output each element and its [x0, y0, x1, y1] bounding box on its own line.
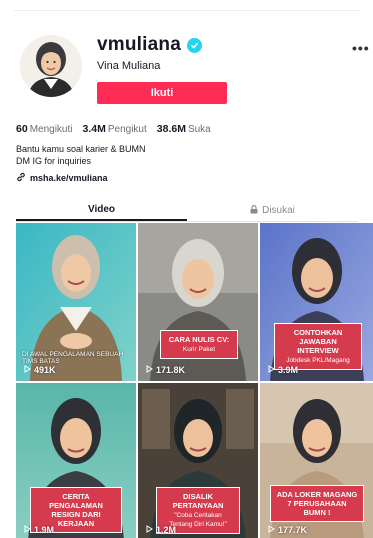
- video-thumbnail[interactable]: CONTOHKAN JAWABAN INTERVIEW Jobdesk PKL/…: [260, 223, 373, 381]
- video-caption-title: CERITA PENGALAMAN RESIGN DARI KERJAAN: [49, 492, 103, 528]
- video-caption: CARA NULIS CV: Kurir Paket: [160, 330, 238, 359]
- bio-line: Bantu kamu soal karier & BUMN: [16, 144, 146, 154]
- view-count-value: 177.7K: [278, 525, 308, 535]
- video-caption: ADA LOKER MAGANG 7 PERUSAHAAN BUMN !: [270, 485, 364, 522]
- username: vmuliana: [97, 34, 181, 55]
- video-caption-title: CARA NULIS CV:: [168, 335, 230, 344]
- play-icon: [268, 525, 275, 535]
- view-count: 1.9M: [24, 525, 54, 535]
- follow-button[interactable]: Ikuti: [97, 82, 227, 104]
- bio-link[interactable]: msha.ke/vmuliana: [16, 172, 108, 184]
- view-count-value: 171.8K: [156, 365, 186, 375]
- view-count: 3.9M: [268, 365, 298, 375]
- video-caption-title: DISALIK PERTANYAAN: [172, 492, 224, 510]
- bio: Bantu kamu soal karier & BUMN DM IG for …: [16, 143, 146, 167]
- video-caption-subtitle: Jobdesk PKL/Magang: [286, 357, 350, 364]
- video-thumbnail[interactable]: DI AWAL PENGALAMAN SEBUAH TIMS BATAS 491…: [16, 223, 136, 381]
- stat-following[interactable]: 60 Mengikuti: [16, 123, 73, 135]
- tab-video-label: Video: [87, 204, 116, 215]
- play-icon: [24, 525, 31, 535]
- top-divider: [14, 10, 359, 11]
- tab-liked[interactable]: Disukai: [187, 200, 358, 221]
- video-caption-subtitle: Kurir Paket: [182, 346, 216, 353]
- video-caption: CONTOHKAN JAWABAN INTERVIEW Jobdesk PKL/…: [274, 323, 362, 370]
- profile-stats: 60 Mengikuti 3.4M Pengikut 38.6M Suka: [16, 123, 211, 135]
- tab-video[interactable]: Video: [16, 200, 187, 221]
- stat-value: 38.6M: [156, 123, 186, 135]
- stat-value: 3.4M: [82, 123, 106, 135]
- video-overlay-text: DI AWAL PENGALAMAN SEBUAH TIMS BATAS: [22, 351, 124, 365]
- profile-tabs: Video Disukai: [16, 200, 358, 222]
- bio-link-text[interactable]: msha.ke/vmuliana: [30, 173, 108, 183]
- view-count: 177.7K: [268, 525, 307, 535]
- view-count-value: 1.2M: [156, 525, 177, 535]
- verified-check-icon: [186, 37, 202, 53]
- video-thumbnail[interactable]: DISALIK PERTANYAAN "Coba Ceritakan Tenta…: [138, 383, 258, 538]
- video-thumbnail[interactable]: ADA LOKER MAGANG 7 PERUSAHAAN BUMN ! 177…: [260, 383, 373, 538]
- avatar-photo-icon: [20, 35, 82, 97]
- video-thumbnail[interactable]: CERITA PENGALAMAN RESIGN DARI KERJAAN 1.…: [16, 383, 136, 538]
- play-icon: [146, 525, 153, 535]
- link-icon: [16, 172, 26, 184]
- view-count: 1.2M: [146, 525, 176, 535]
- username-row: vmuliana: [97, 34, 202, 56]
- play-icon: [24, 365, 31, 375]
- view-count-value: 3.9M: [278, 365, 299, 375]
- play-icon: [268, 365, 275, 375]
- more-options-button[interactable]: •••: [352, 40, 370, 56]
- video-thumbnail[interactable]: CARA NULIS CV: Kurir Paket 171.8K: [138, 223, 258, 381]
- video-caption-title: CONTOHKAN JAWABAN INTERVIEW: [293, 328, 343, 355]
- video-grid: DI AWAL PENGALAMAN SEBUAH TIMS BATAS 491…: [16, 223, 373, 538]
- view-count-value: 491K: [34, 365, 56, 375]
- stat-label: Mengikuti: [29, 124, 73, 135]
- tab-liked-label: Disukai: [262, 205, 295, 216]
- stat-followers[interactable]: 3.4M Pengikut: [83, 123, 147, 135]
- stat-label: Pengikut: [107, 124, 147, 135]
- lock-icon: [250, 204, 258, 217]
- view-count-value: 1.9M: [34, 525, 55, 535]
- view-count: 171.8K: [146, 365, 185, 375]
- video-caption-title: ADA LOKER MAGANG 7 PERUSAHAAN BUMN !: [276, 490, 358, 517]
- play-icon: [146, 365, 153, 375]
- stat-value: 60: [16, 123, 28, 135]
- bio-line: DM IG for inquiries: [16, 156, 92, 166]
- stat-label: Suka: [187, 124, 211, 135]
- display-name: Vina Muliana: [97, 60, 161, 72]
- view-count: 491K: [24, 365, 56, 375]
- avatar[interactable]: [20, 35, 82, 97]
- stat-likes: 38.6M Suka: [157, 123, 211, 135]
